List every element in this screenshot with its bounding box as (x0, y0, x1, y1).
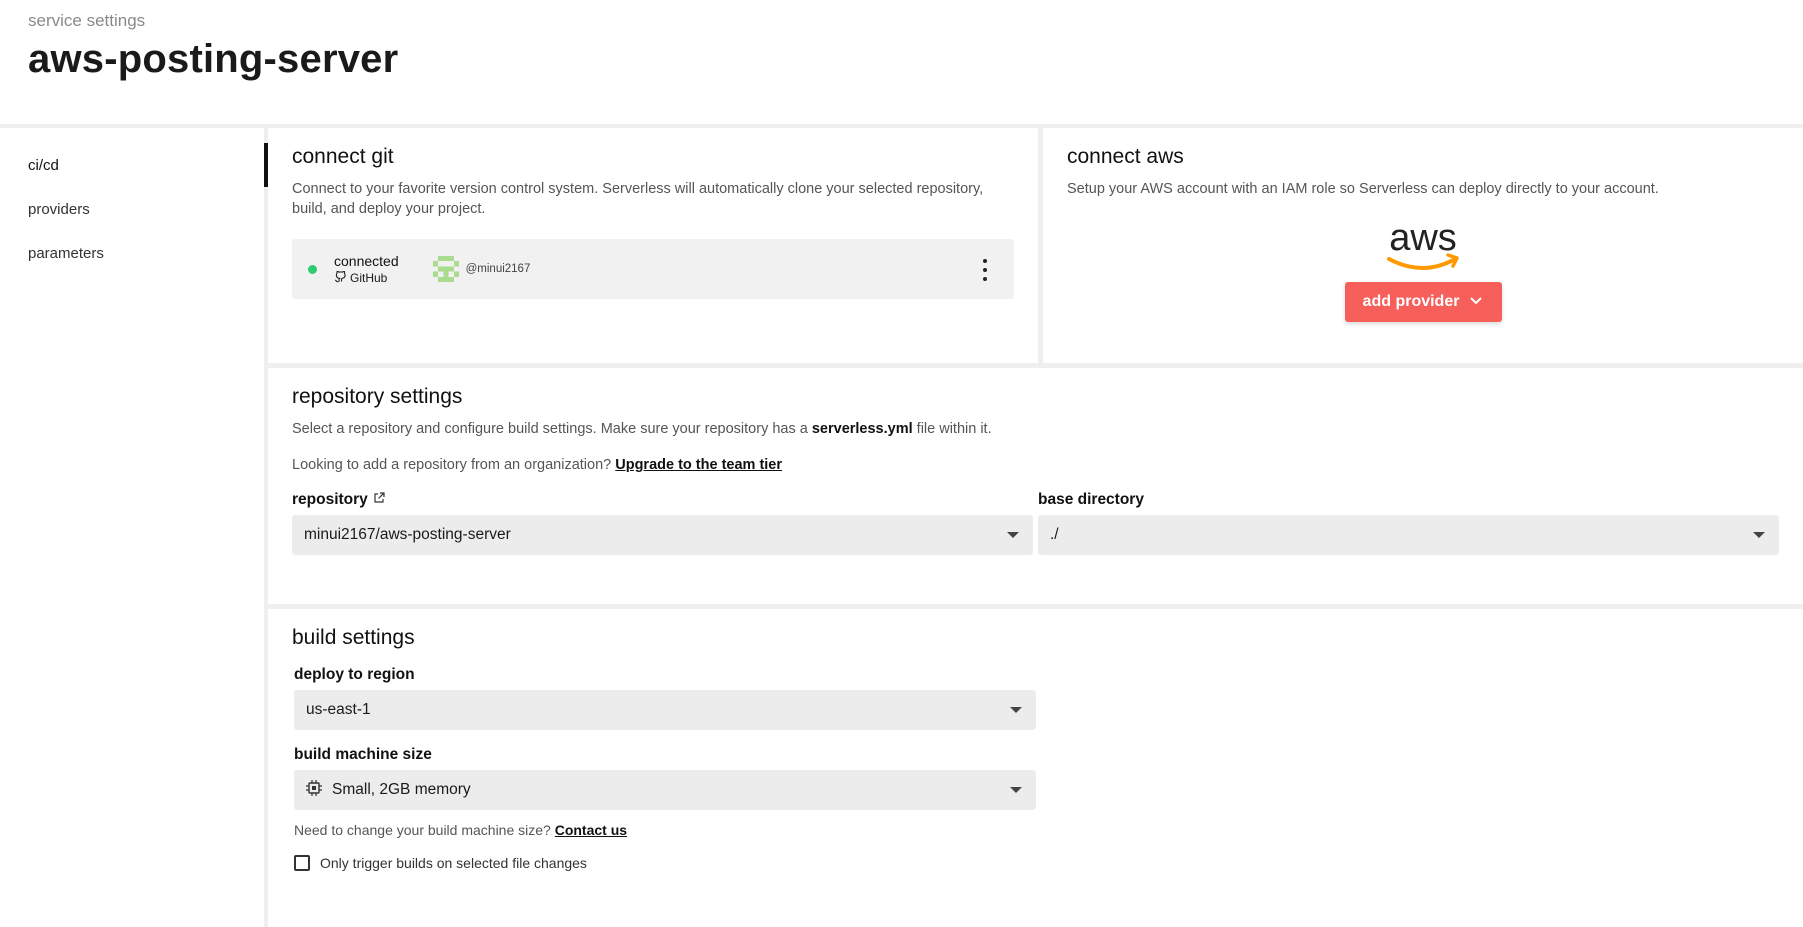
connect-aws-title: connect aws (1067, 145, 1184, 168)
chevron-down-icon (1469, 293, 1483, 311)
page-header: service settings aws-posting-server (0, 0, 1803, 128)
connect-aws-description: Setup your AWS account with an IAM role … (1067, 181, 1659, 197)
more-options-icon[interactable] (982, 259, 988, 281)
base-directory-label: base directory (1038, 491, 1144, 508)
avatar (432, 256, 459, 282)
repository-settings-description: Select a repository and configure build … (292, 421, 992, 437)
aws-logo: aws (1383, 217, 1463, 276)
main-content: connect git Connect to your favorite ver… (268, 128, 1803, 927)
cpu-chip-icon (306, 779, 322, 801)
repository-select[interactable]: minui2167/aws-posting-server (292, 515, 1033, 555)
connect-aws-card: connect aws Setup your AWS account with … (1043, 128, 1803, 363)
repository-settings-card: repository settings Select a repository … (268, 368, 1803, 604)
external-link-icon[interactable] (373, 491, 385, 509)
trigger-builds-label: Only trigger builds on selected file cha… (320, 855, 587, 871)
caret-down-icon (1753, 532, 1765, 538)
build-machine-size-select[interactable]: Small, 2GB memory (294, 770, 1036, 810)
page-kicker: service settings (28, 11, 146, 30)
build-size-note: Need to change your build machine size? … (294, 822, 628, 838)
deploy-region-label: deploy to region (294, 666, 415, 683)
repository-settings-title: repository settings (292, 385, 463, 408)
add-provider-label: add provider (1362, 293, 1460, 310)
serverless-file-name: serverless.yml (811, 421, 913, 437)
connect-git-title: connect git (292, 145, 394, 168)
build-machine-size-label: build machine size (294, 746, 432, 763)
contact-us-link[interactable]: Contact us (555, 822, 627, 838)
deploy-region-select[interactable]: us-east-1 (294, 690, 1036, 730)
deploy-region-value: us-east-1 (306, 701, 371, 718)
trigger-builds-option: Only trigger builds on selected file cha… (294, 855, 1779, 871)
sidebar-item-parameters[interactable]: parameters (0, 231, 264, 275)
upgrade-team-tier-link[interactable]: Upgrade to the team tier (615, 457, 782, 473)
caret-down-icon (1010, 787, 1022, 793)
base-directory-select[interactable]: ./ (1038, 515, 1779, 555)
git-provider-name: GitHub (350, 271, 388, 285)
git-connection: connected GitHub @minui2167 (292, 239, 1014, 299)
connection-status: connected (334, 252, 399, 269)
sidebar-item-cicd[interactable]: ci/cd (0, 143, 268, 187)
github-handle: @minui2167 (465, 263, 531, 275)
connect-git-description: Connect to your favorite version control… (292, 181, 984, 217)
connect-git-card: connect git Connect to your favorite ver… (268, 128, 1038, 363)
build-machine-size-value: Small, 2GB memory (332, 781, 471, 798)
build-settings-title: build settings (292, 626, 415, 649)
caret-down-icon (1007, 532, 1019, 538)
github-icon (334, 270, 346, 286)
page-title: aws-posting-server (28, 37, 399, 81)
caret-down-icon (1010, 707, 1022, 713)
svg-text:aws: aws (1389, 219, 1457, 259)
build-settings-card: build settings deploy to region us-east-… (268, 609, 1803, 927)
add-provider-button[interactable]: add provider (1344, 282, 1502, 322)
base-directory-value: ./ (1050, 526, 1059, 543)
repository-label: repository (292, 491, 1033, 509)
sidebar-item-providers[interactable]: providers (0, 187, 264, 231)
trigger-builds-checkbox[interactable] (294, 855, 310, 871)
repository-value: minui2167/aws-posting-server (304, 526, 511, 543)
connected-status-dot (308, 264, 317, 274)
organization-note: Looking to add a repository from an orga… (292, 457, 783, 473)
sidebar: ci/cd providers parameters (0, 128, 268, 927)
